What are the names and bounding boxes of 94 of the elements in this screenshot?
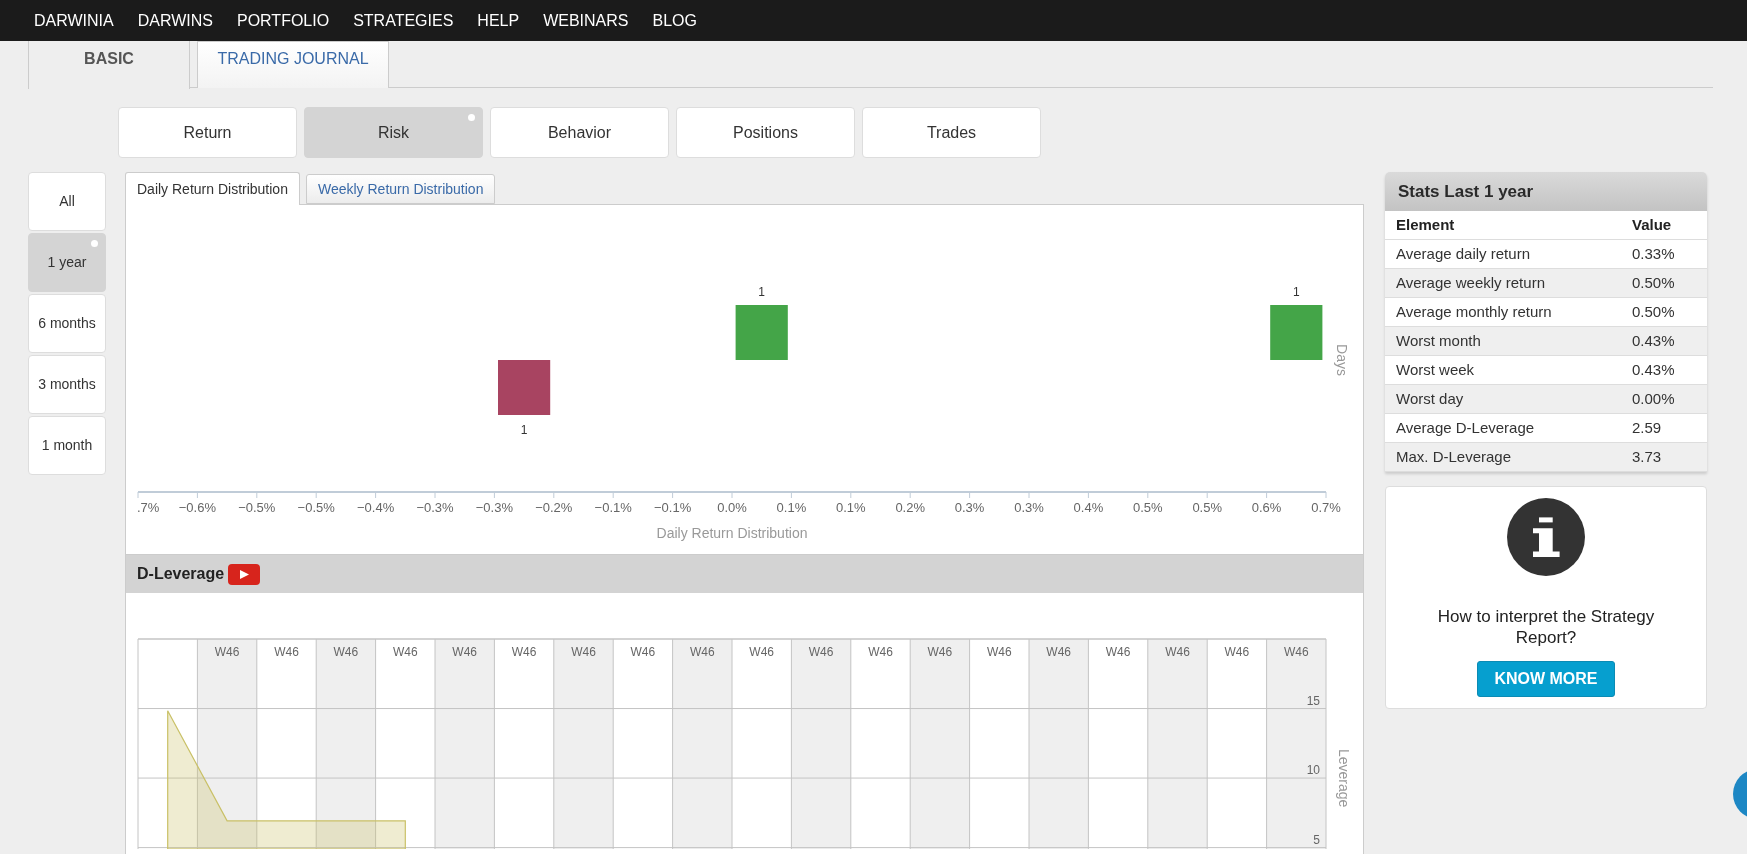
axis-tick-label: 15	[1306, 693, 1320, 708]
bar-value-label: 1	[758, 285, 766, 299]
table-cell-text: Worst day	[1395, 388, 1465, 409]
nav-link[interactable]: DARWINIA	[34, 11, 114, 30]
axis-tick-label: W46	[749, 645, 775, 659]
axis-tick-label: 0.2%	[895, 500, 925, 515]
axis-tick-label: 10	[1306, 763, 1320, 778]
table-cell-text: 0.00%	[1631, 388, 1676, 409]
axis-tick-label: W46	[630, 645, 656, 659]
table-cell-text: 0.33%	[1631, 243, 1676, 264]
axis-tick-label: −0.4%	[357, 500, 395, 515]
axis-tick-label: W46	[808, 645, 834, 659]
period-button[interactable]: 6 months	[28, 294, 106, 353]
nav-link[interactable]: DARWINS	[137, 11, 213, 30]
axis-tick-label: W46	[452, 645, 478, 659]
axis-tick-label: 0.1%	[836, 500, 866, 515]
axis-tick-label: W46	[1105, 645, 1131, 659]
axis-tick-label: W46	[689, 645, 715, 659]
table-cell-text: 3.73	[1631, 446, 1663, 467]
axis-tick-label: W46	[511, 645, 537, 659]
nav-link[interactable]: PORTFOLIO	[237, 11, 330, 30]
axis-tick-label: W46	[214, 645, 240, 659]
panel-title: Stats Last 1 year	[1398, 180, 1534, 203]
chart-tab[interactable]: Weekly Return Distribution	[305, 174, 496, 204]
period-button[interactable]: 1 month	[28, 416, 106, 475]
period-button[interactable]: 1 year	[28, 233, 106, 292]
table-cell-text: Worst month	[1395, 330, 1482, 351]
table-cell-text: 0.50%	[1631, 272, 1676, 293]
axis-tick-label: W46	[1046, 645, 1072, 659]
period-button[interactable]: All	[28, 172, 106, 231]
axis-tick-label: 0.7%	[1311, 500, 1341, 515]
axis-title: Leverage	[1336, 748, 1352, 808]
axis-tick-label: −0.5%	[297, 500, 335, 515]
bar-value-label: 1	[520, 423, 528, 437]
axis-tick-label: −0.1%	[594, 500, 632, 515]
axis-tick-label: W46	[392, 645, 418, 659]
panel-title: D-Leverage	[137, 564, 225, 584]
page-tab[interactable]: TRADING JOURNAL	[197, 41, 389, 88]
axis-tick-label: −0.3%	[416, 500, 454, 515]
video-play-icon[interactable]	[228, 563, 261, 585]
table-cell-text: Average weekly return	[1395, 272, 1546, 293]
axis-tick-label: 0.5%	[1192, 500, 1222, 515]
axis-tick-label: −0.2%	[535, 500, 573, 515]
axis-tick-label: 0.4%	[1073, 500, 1104, 515]
axis-tick-label: −0.1%	[654, 500, 692, 515]
axis-tick-label: 0.6%	[1251, 500, 1282, 515]
axis-tick-label: 0.3%	[1014, 500, 1044, 515]
page-tab[interactable]: BASIC	[28, 41, 190, 89]
period-button[interactable]: 3 months	[28, 355, 106, 414]
table-cell-text: Average monthly return	[1395, 301, 1553, 322]
nav-link[interactable]: STRATEGIES	[353, 11, 454, 30]
table-cell-text: Max. D-Leverage	[1395, 446, 1513, 467]
axis-tick-label: W46	[274, 645, 299, 659]
section-tab[interactable]: Behavior	[490, 107, 669, 158]
table-cell-text: Average D-Leverage	[1395, 417, 1536, 438]
nav-link[interactable]: HELP	[477, 11, 520, 30]
axis-tick-label: W46	[1224, 645, 1250, 659]
axis-title: Days	[1334, 344, 1350, 376]
section-tab[interactable]: Return	[118, 107, 297, 158]
table-cell-text: Worst week	[1395, 359, 1476, 380]
axis-tick-label: W46	[1283, 645, 1309, 659]
nav-link[interactable]: BLOG	[652, 11, 697, 30]
axis-tick-label: 0.0%	[717, 500, 747, 515]
axis-tick-label: −0.6%	[178, 500, 216, 515]
axis-tick-label: W46	[927, 645, 953, 659]
axis-tick-label: 0.1%	[776, 500, 807, 515]
axis-tick-label: 0.5%	[1133, 500, 1163, 515]
section-tab[interactable]: Positions	[676, 107, 855, 158]
axis-tick-label: −0.3%	[475, 500, 513, 515]
chart-tab[interactable]: Daily Return Distribution	[125, 172, 300, 205]
section-tab[interactable]: Risk	[304, 107, 483, 158]
info-icon	[1507, 498, 1585, 576]
axis-tick-label: W46	[333, 645, 359, 659]
table-header-cell-text: Value	[1631, 214, 1673, 235]
table-cell-text: 0.43%	[1631, 330, 1676, 351]
circle-button-icon[interactable]	[1733, 769, 1747, 819]
axis-tick-label: W46	[868, 645, 893, 659]
info-text: How to interpret the Strategy Report?	[1436, 606, 1656, 648]
nav-link[interactable]: WEBINARS	[543, 11, 629, 30]
axis-tick-label: W46	[571, 645, 596, 659]
axis-tick-label: W46	[1165, 645, 1190, 659]
table-cell-text: 0.43%	[1631, 359, 1676, 380]
table-cell-text: 0.50%	[1631, 301, 1676, 322]
bar-value-label: 1	[1292, 285, 1300, 299]
axis-title: Daily Return Distribution	[656, 525, 808, 541]
table-cell-text: Average daily return	[1395, 243, 1531, 264]
table-cell-text: 2.59	[1631, 417, 1663, 438]
axis-tick-label: 5	[1313, 832, 1320, 847]
table-header-cell-text: Element	[1395, 214, 1456, 235]
axis-tick-label: 0.3%	[954, 500, 985, 515]
section-tab[interactable]: Trades	[862, 107, 1041, 158]
axis-tick-label: .7%	[137, 500, 160, 515]
axis-tick-label: −0.5%	[238, 500, 276, 515]
axis-tick-label: W46	[986, 645, 1012, 659]
